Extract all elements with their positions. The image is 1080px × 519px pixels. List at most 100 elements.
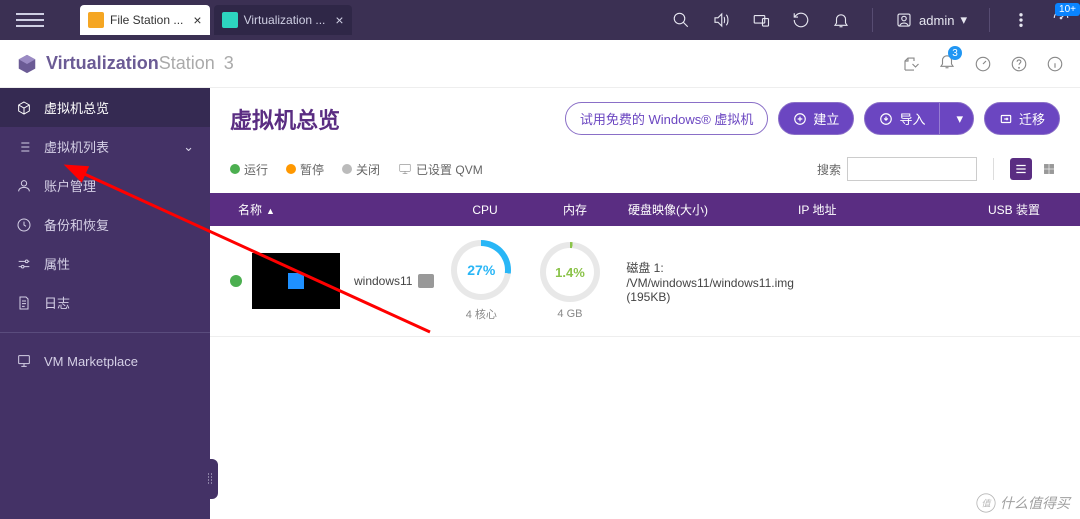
- legend-paused: 暂停: [286, 161, 324, 178]
- vm-thumbnail[interactable]: [252, 253, 340, 309]
- status-legend: 运行 暂停 关闭 已设置 QVM 搜索: [210, 149, 1080, 193]
- gauge-icon[interactable]: [974, 55, 992, 73]
- divider: [0, 332, 210, 333]
- search-icon[interactable]: [672, 11, 690, 29]
- sidebar-item-backup[interactable]: 备份和恢复: [0, 205, 210, 244]
- app-bell-icon[interactable]: 3: [938, 52, 956, 75]
- sidebar-collapse-handle[interactable]: [202, 459, 218, 499]
- sidebar-item-account[interactable]: 账户管理: [0, 166, 210, 205]
- trial-button[interactable]: 试用免费的 Windows® 虚拟机: [565, 102, 769, 135]
- chevron-down-icon[interactable]: ▾: [946, 105, 973, 133]
- search-label: 搜索: [817, 161, 841, 178]
- tab-filestation[interactable]: File Station ... ×: [80, 5, 210, 35]
- status-dot-running: [230, 275, 242, 287]
- app-title: VirtualizationStation 3: [46, 53, 234, 74]
- table-row[interactable]: windows11 27% 4 核心 1.4% 4 GB 磁盘 1: /VM/w…: [210, 226, 1080, 337]
- plus-icon: [793, 112, 807, 126]
- th-name[interactable]: 名称▲: [230, 201, 440, 218]
- sidebar-label: 日志: [44, 293, 70, 312]
- divider: [872, 8, 873, 32]
- volume-icon[interactable]: [712, 11, 730, 29]
- sidebar-item-vmlist[interactable]: 虚拟机列表 ⌄: [0, 127, 210, 166]
- devices-icon[interactable]: [752, 11, 770, 29]
- mem-gauge: 1.4%: [540, 242, 600, 302]
- close-icon[interactable]: ×: [193, 12, 201, 28]
- cpu-gauge: 27%: [451, 240, 511, 300]
- os-taskbar: File Station ... × Virtualization ... × …: [0, 0, 1080, 40]
- view-grid-button[interactable]: [1038, 158, 1060, 180]
- chevron-down-icon: ▾: [960, 12, 967, 28]
- monitor-icon: [398, 162, 412, 176]
- tab-label: File Station ...: [110, 13, 183, 27]
- sidebar-label: 属性: [44, 254, 70, 273]
- import-button[interactable]: 导入 ▾: [864, 102, 974, 135]
- cube-icon: [222, 12, 238, 28]
- app-logo-icon: [16, 53, 38, 75]
- th-usb[interactable]: USB 装置: [980, 201, 1060, 218]
- import-icon: [879, 112, 893, 126]
- watermark: 值 什么值得买: [976, 493, 1070, 513]
- chevron-down-icon: ⌄: [183, 139, 194, 155]
- sidebar-label: 虚拟机列表: [44, 137, 109, 156]
- cube-icon: [16, 100, 32, 116]
- user-icon: [895, 11, 913, 29]
- info-icon[interactable]: [1046, 55, 1064, 73]
- list-icon: [16, 139, 32, 155]
- th-ip[interactable]: IP 地址: [790, 201, 980, 218]
- cpu-sublabel: 4 核心: [466, 306, 497, 322]
- th-disk[interactable]: 硬盘映像(大小): [620, 201, 790, 218]
- create-button[interactable]: 建立: [778, 102, 854, 135]
- sidebar-label: 账户管理: [44, 176, 96, 195]
- file-icon: [16, 295, 32, 311]
- view-list-button[interactable]: [1010, 158, 1032, 180]
- search-input[interactable]: [847, 157, 977, 181]
- market-icon: [16, 353, 32, 369]
- th-mem[interactable]: 内存: [530, 201, 620, 218]
- disk-path: /VM/windows11/windows11.img (195KB): [626, 276, 794, 304]
- migrate-icon: [999, 112, 1013, 126]
- sort-asc-icon: ▲: [266, 206, 275, 216]
- dashboard-icon[interactable]: 10+: [1052, 9, 1070, 32]
- sidebar: 虚拟机总览 虚拟机列表 ⌄ 账户管理 备份和恢复 属性 日志 VM Market…: [0, 88, 210, 519]
- close-icon[interactable]: ×: [335, 12, 343, 28]
- bell-badge: 3: [948, 46, 962, 60]
- sliders-icon: [16, 256, 32, 272]
- vm-name: windows11: [354, 274, 412, 288]
- hamburger-icon[interactable]: [0, 0, 60, 40]
- legend-qvm: 已设置 QVM: [398, 161, 483, 178]
- sidebar-item-logs[interactable]: 日志: [0, 283, 210, 322]
- user-icon: [16, 178, 32, 194]
- page-header: 虚拟机总览 试用免费的 Windows® 虚拟机 建立 导入 ▾ 迁移: [210, 88, 1080, 149]
- app-header: VirtualizationStation 3 3: [0, 40, 1080, 88]
- page-title: 虚拟机总览: [230, 103, 340, 135]
- username: admin: [919, 13, 954, 28]
- sidebar-item-properties[interactable]: 属性: [0, 244, 210, 283]
- divider: [993, 158, 994, 180]
- disk-label: 磁盘 1:: [626, 259, 794, 276]
- notification-badge: 10+: [1055, 3, 1080, 16]
- bell-icon[interactable]: [832, 11, 850, 29]
- user-menu[interactable]: admin ▾: [895, 11, 967, 29]
- clock-icon: [16, 217, 32, 233]
- comment-icon[interactable]: [418, 274, 434, 288]
- legend-stopped: 关闭: [342, 161, 380, 178]
- tab-virtualization[interactable]: Virtualization ... ×: [214, 5, 352, 35]
- sidebar-label: 备份和恢复: [44, 215, 109, 234]
- refresh-icon[interactable]: [792, 11, 810, 29]
- sidebar-item-marketplace[interactable]: VM Marketplace: [0, 343, 210, 379]
- more-icon[interactable]: [1012, 11, 1030, 29]
- windows-icon: [288, 273, 304, 289]
- sidebar-label: 虚拟机总览: [44, 98, 109, 117]
- mem-sublabel: 4 GB: [557, 308, 582, 320]
- divider: [989, 8, 990, 32]
- table-header: 名称▲ CPU 内存 硬盘映像(大小) IP 地址 USB 装置: [210, 193, 1080, 226]
- sidebar-item-overview[interactable]: 虚拟机总览: [0, 88, 210, 127]
- th-cpu[interactable]: CPU: [440, 203, 530, 217]
- migrate-button[interactable]: 迁移: [984, 102, 1060, 135]
- log-icon[interactable]: [902, 55, 920, 73]
- help-icon[interactable]: [1010, 55, 1028, 73]
- svg-text:值: 值: [981, 498, 992, 508]
- tab-label: Virtualization ...: [244, 13, 326, 27]
- legend-running: 运行: [230, 161, 268, 178]
- folder-icon: [88, 12, 104, 28]
